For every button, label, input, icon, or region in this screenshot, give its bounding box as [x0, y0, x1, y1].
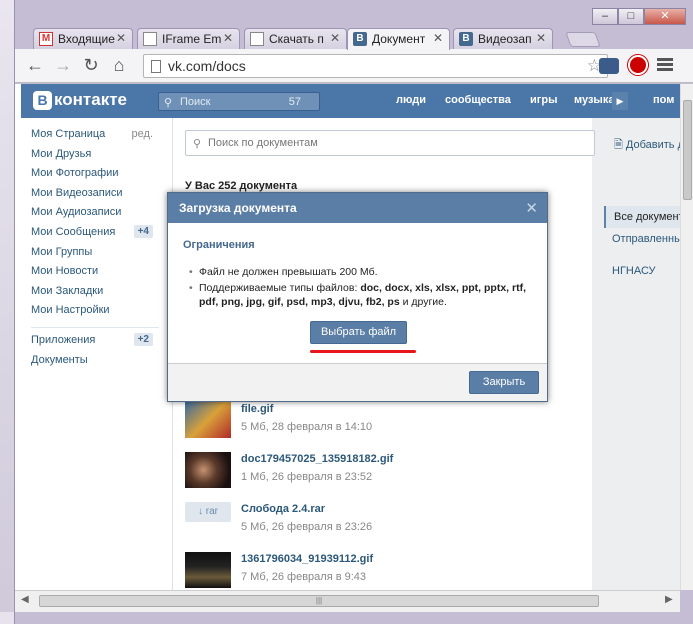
- close-button[interactable]: Закрыть: [469, 371, 539, 394]
- tab-title: IFrame Em: [162, 32, 222, 46]
- document-icon: [143, 32, 157, 46]
- browser-toolbar: ← → ↻ ⌂ vk.com/docs ☆: [15, 49, 693, 83]
- camera-extension-icon[interactable]: [599, 58, 619, 74]
- tab-gmail[interactable]: M Входящие ✕: [33, 28, 133, 49]
- tab-title: Входящие: [58, 32, 115, 46]
- close-tab-icon[interactable]: ✕: [536, 31, 546, 45]
- forward-icon[interactable]: →: [51, 55, 75, 77]
- maximize-icon[interactable]: □: [618, 8, 644, 25]
- tab-download[interactable]: Скачать п ✕: [244, 28, 347, 49]
- desktop-edge: [0, 0, 14, 624]
- menu-icon[interactable]: [657, 58, 673, 72]
- scroll-right-icon[interactable]: ▶: [665, 594, 673, 605]
- browser-window: M Входящие ✕ IFrame Em ✕ Скачать п ✕ B Д…: [14, 0, 693, 624]
- dialog-footer: Закрыть: [168, 363, 547, 401]
- close-tab-icon[interactable]: ✕: [223, 31, 233, 45]
- close-tab-icon[interactable]: ✕: [330, 31, 340, 45]
- close-tab-icon[interactable]: ✕: [433, 31, 443, 45]
- vk-icon: B: [353, 32, 367, 46]
- page-icon: [151, 60, 161, 73]
- tab-title: Скачать п: [269, 32, 324, 46]
- horizontal-scrollbar[interactable]: ◀ ||| ▶: [15, 590, 680, 612]
- close-window-icon[interactable]: ✕: [644, 8, 686, 25]
- url-text: vk.com/docs: [168, 58, 246, 74]
- close-tab-icon[interactable]: ✕: [116, 31, 126, 45]
- tab-videos[interactable]: B Видеозап ✕: [453, 28, 553, 49]
- dialog-header: Загрузка документа ✕: [168, 193, 547, 223]
- tab-title: Видеозап: [478, 32, 532, 46]
- upload-dialog: Загрузка документа ✕ Ограничения Файл не…: [167, 192, 548, 402]
- adblock-extension-icon[interactable]: [628, 55, 648, 75]
- modal-overlay: Загрузка документа ✕ Ограничения Файл не…: [15, 84, 680, 590]
- restriction-types: Поддерживаемые типы файлов: doc, docx, x…: [189, 281, 539, 309]
- tab-documents[interactable]: B Документ ✕: [347, 28, 450, 50]
- highlight-underline: [310, 350, 416, 353]
- tab-strip: M Входящие ✕ IFrame Em ✕ Скачать п ✕ B Д…: [15, 0, 693, 50]
- vk-icon: B: [459, 32, 473, 46]
- vertical-scrollbar[interactable]: [680, 84, 693, 590]
- vertical-scroll-thumb[interactable]: [683, 100, 692, 200]
- types-prefix: Поддерживаемые типы файлов:: [199, 282, 361, 294]
- restriction-size: Файл не должен превышать 200 Мб.: [189, 265, 539, 279]
- new-tab-button[interactable]: [565, 32, 601, 47]
- document-icon: [250, 32, 264, 46]
- dialog-title: Загрузка документа: [179, 201, 297, 215]
- page-viewport: Вконтакте ⚲ Поиск 57 люди сообщества игр…: [15, 84, 680, 590]
- choose-file-button[interactable]: Выбрать файл: [310, 321, 407, 344]
- types-suffix: и другие.: [399, 296, 447, 308]
- tab-iframe[interactable]: IFrame Em ✕: [137, 28, 240, 49]
- window-controls: – □ ✕: [592, 8, 688, 26]
- minimize-icon[interactable]: –: [592, 8, 618, 25]
- home-icon[interactable]: ⌂: [107, 55, 131, 77]
- close-icon[interactable]: ✕: [525, 199, 538, 217]
- address-bar[interactable]: vk.com/docs ☆: [143, 54, 608, 78]
- back-icon[interactable]: ←: [23, 55, 47, 77]
- reload-icon[interactable]: ↻: [79, 55, 103, 77]
- tab-title: Документ: [372, 32, 426, 46]
- restrictions-list: Файл не должен превышать 200 Мб. Поддерж…: [189, 265, 539, 311]
- dialog-subtitle: Ограничения: [183, 239, 255, 251]
- horizontal-scroll-thumb[interactable]: |||: [39, 595, 599, 607]
- scroll-left-icon[interactable]: ◀: [21, 594, 29, 605]
- gmail-icon: M: [39, 32, 53, 46]
